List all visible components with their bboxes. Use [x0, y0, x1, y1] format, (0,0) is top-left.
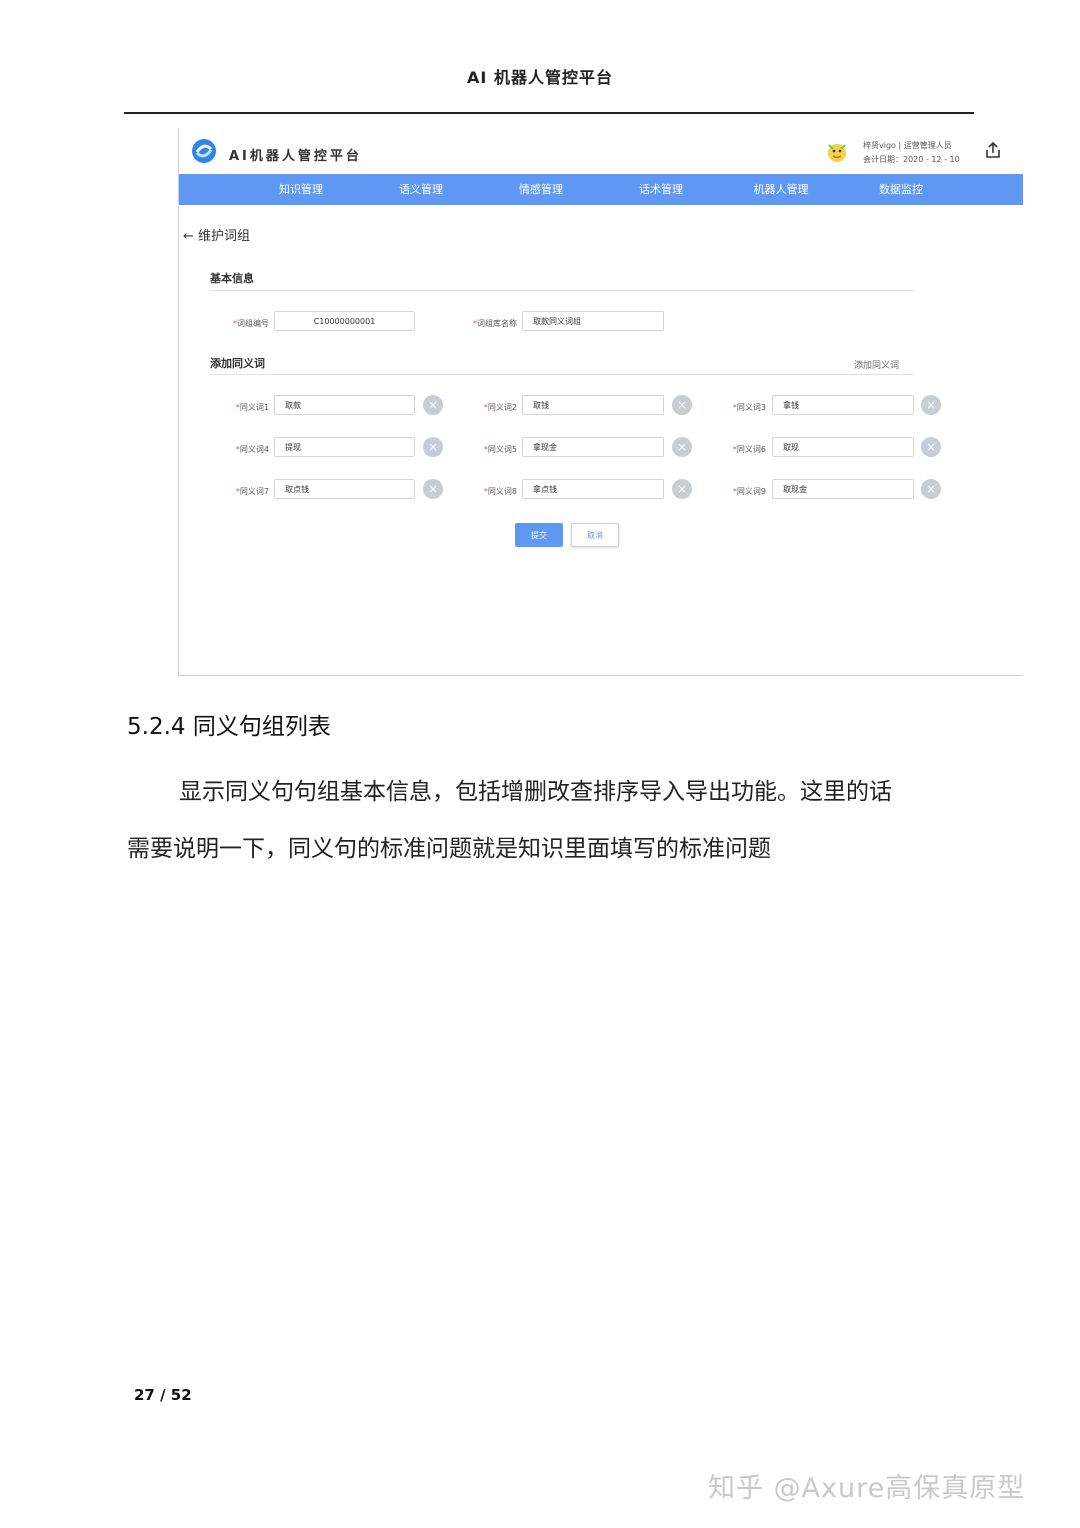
back-link[interactable]: ← 维护词组 [183, 225, 250, 244]
synonym-field[interactable]: 拿钱 [772, 395, 914, 415]
submit-button[interactable]: 提交 [515, 523, 563, 547]
paragraph-line: 显示同义句句组基本信息，包括增删改查排序导入导出功能。这里的话 [179, 779, 892, 805]
nav-knowledge[interactable]: 知识管理 [251, 174, 351, 205]
clear-icon[interactable]: × [921, 437, 941, 457]
synonym-label: *同义词4 [235, 445, 269, 454]
clear-icon[interactable]: × [921, 395, 941, 415]
synonym-label: *同义词2 [483, 403, 517, 412]
synonym-label: *同义词7 [235, 487, 269, 496]
clear-icon[interactable]: × [921, 479, 941, 499]
accounting-date: 会计日期：2020 - 12 - 10 [863, 155, 960, 164]
document-header: AI 机器人管控平台 [467, 68, 613, 87]
watermark: 知乎 @Axure高保真原型 [708, 1473, 1026, 1504]
section-heading: 5.2.4 同义句组列表 [127, 714, 331, 740]
app-topbar: AI机器人管控平台 梓贤vigo | 运营管理人员 会计日期：2020 - 12… [179, 128, 1023, 174]
add-synonym-button[interactable]: 添加同义词 [854, 358, 899, 371]
nav-semantics[interactable]: 语义管理 [371, 174, 471, 205]
synonym-field[interactable]: 取钱 [522, 395, 664, 415]
group-name-label: *词组库名称 [473, 319, 517, 328]
clear-icon[interactable]: × [672, 395, 692, 415]
synonym-label: *同义词8 [483, 487, 517, 496]
nav-emotion[interactable]: 情感管理 [491, 174, 591, 205]
cancel-button[interactable]: 取消 [571, 523, 619, 547]
group-name-field[interactable]: 取款同义词组 [522, 311, 664, 331]
avatar[interactable] [825, 140, 849, 164]
group-id-field[interactable]: C10000000001 [274, 311, 415, 331]
nav-scripts[interactable]: 话术管理 [611, 174, 711, 205]
synonym-label: *同义词5 [483, 445, 517, 454]
app-screenshot: AI机器人管控平台 梓贤vigo | 运营管理人员 会计日期：2020 - 12… [178, 128, 1023, 676]
clear-icon[interactable]: × [423, 395, 443, 415]
body-paragraph: 显示同义句句组基本信息，包括增删改查排序导入导出功能。这里的话 需要说明一下，同… [127, 764, 977, 878]
main-nav: 知识管理 语义管理 情感管理 话术管理 机器人管理 数据监控 [179, 174, 1023, 205]
synonym-field[interactable]: 取点钱 [274, 479, 415, 499]
page-title: 维护词组 [198, 229, 251, 244]
app-title: AI机器人管控平台 [229, 149, 362, 164]
add-synonym-title: 添加同义词 [210, 357, 265, 370]
synonym-label: *同义词1 [235, 403, 269, 412]
synonym-label: *同义词9 [732, 487, 766, 496]
clear-icon[interactable]: × [672, 437, 692, 457]
synonym-field[interactable]: 取现金 [772, 479, 914, 499]
basic-info-title: 基本信息 [210, 272, 254, 285]
header-divider [124, 112, 974, 114]
user-name-role: 梓贤vigo | 运营管理人员 [863, 141, 952, 150]
synonym-field[interactable]: 拿现金 [522, 437, 664, 457]
nav-robots[interactable]: 机器人管理 [731, 174, 831, 205]
nav-monitoring[interactable]: 数据监控 [851, 174, 951, 205]
clear-icon[interactable]: × [672, 479, 692, 499]
user-info: 梓贤vigo | 运营管理人员 会计日期：2020 - 12 - 10 [863, 139, 960, 167]
export-icon[interactable] [983, 140, 1003, 160]
clear-icon[interactable]: × [423, 437, 443, 457]
synonym-field[interactable]: 取现 [772, 437, 914, 457]
synonym-label: *同义词6 [732, 445, 766, 454]
synonym-label: *同义词3 [732, 403, 766, 412]
synonym-field[interactable]: 拿点钱 [522, 479, 664, 499]
paragraph-line: 需要说明一下，同义句的标准问题就是知识里面填写的标准问题 [127, 836, 771, 862]
synonym-field[interactable]: 取款 [274, 395, 415, 415]
synonym-field[interactable]: 提现 [274, 437, 415, 457]
logo-icon [192, 139, 216, 163]
arrow-left-icon: ← [183, 229, 194, 244]
clear-icon[interactable]: × [423, 479, 443, 499]
page-number: 27 / 52 [134, 1386, 192, 1404]
section-divider [210, 374, 914, 375]
section-divider [210, 290, 914, 291]
group-id-label: *词组编号 [233, 319, 269, 328]
